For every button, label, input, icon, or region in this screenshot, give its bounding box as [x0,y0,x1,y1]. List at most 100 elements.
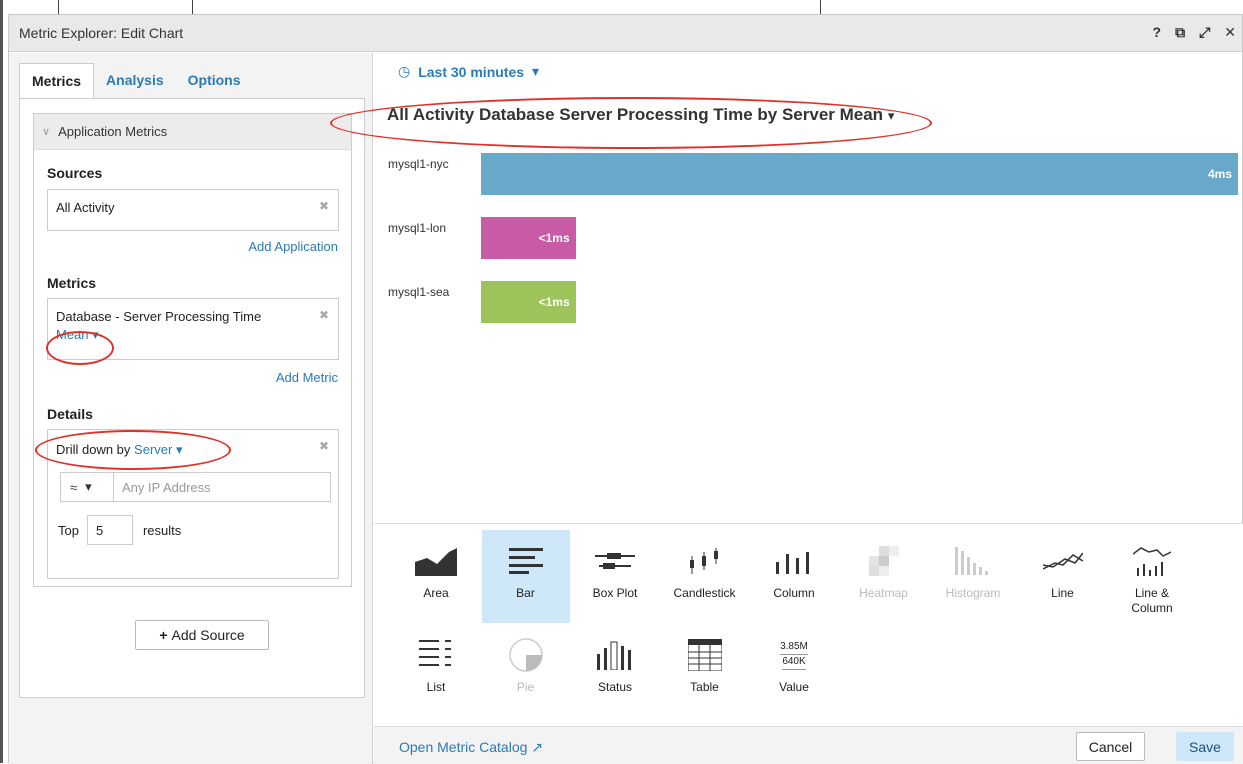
chart-type-option: Heatmap [840,530,928,623]
open-metric-catalog-link[interactable]: Open Metric Catalog ↗ [399,739,543,756]
cancel-button[interactable]: Cancel [1076,732,1145,761]
value-icon: 3.85M 640K [780,632,808,678]
external-link-icon: ↗ [531,739,544,755]
add-metric-link[interactable]: Add Metric [276,370,338,385]
chart-type-option[interactable]: Area [392,530,480,623]
time-range-selector[interactable]: ◷ Last 30 minutes ▾ [398,63,539,80]
candlestick-icon [688,538,722,584]
chart-type-option[interactable]: Line [1019,530,1107,623]
results-label: results [142,522,182,538]
caret-down-icon: ▾ [85,479,92,494]
column-chart-icon [776,538,812,584]
line-chart-icon [1042,538,1083,584]
value-sample-line: 3.85M [780,640,808,655]
chart-type-option[interactable]: Line & Column [1108,530,1196,623]
chart-type-option[interactable]: Status [571,624,659,717]
chart-type-label: Status [597,680,633,694]
bar-chart-icon [508,538,543,584]
box-plot-icon [595,538,635,584]
save-button[interactable]: Save [1176,732,1234,761]
time-range-label: Last 30 minutes [418,63,525,80]
clock-icon: ◷ [398,63,411,79]
annotation-edge-line [0,0,3,763]
source-entry[interactable]: All Activity ✖ [47,189,339,231]
chart-type-option[interactable]: List [392,624,480,717]
help-icon[interactable]: ? [1153,24,1162,41]
chart-type-option[interactable]: Candlestick [661,530,749,623]
top-label: Top [58,522,79,538]
chart-type-label: Table [690,680,719,694]
chart-type-label: Candlestick [673,586,736,600]
chart-type-option[interactable]: 3.85M 640K Value [750,624,838,717]
pie-chart-icon [508,632,543,678]
add-source-button[interactable]: + Add Source [135,620,269,650]
ip-operator-select[interactable]: ≈ ▾ [61,473,114,501]
window-controls: ? ⧉ ⤢ ✕ [1153,24,1237,41]
source-value: All Activity [56,200,115,215]
details-label: Details [47,406,93,422]
annotation-highlight-chart-title [330,97,932,149]
chart-type-label: Value [779,680,809,694]
section-header[interactable]: ∨ Application Metrics [34,114,351,150]
chart-type-label: Heatmap [859,586,908,600]
chart-type-label: Column [773,586,815,600]
footer-bar: Open Metric Catalog ↗ Cancel Save [374,726,1243,764]
chevron-down-icon[interactable]: ∨ [42,125,50,138]
add-application-link[interactable]: Add Application [248,239,338,254]
chart-type-label: Box Plot [592,586,638,600]
remove-metric-icon[interactable]: ✖ [319,308,329,322]
metrics-tab-body: ∨ Application Metrics Sources All Activi… [19,98,365,698]
chart-type-option[interactable]: Column [750,530,838,623]
top-count-input[interactable]: 5 [86,515,133,545]
bar-data-label: <1ms [538,231,570,245]
remove-drilldown-icon[interactable]: ✖ [319,439,329,453]
area-chart-icon [415,538,457,584]
line-column-icon [1133,538,1171,584]
caret-down-icon: ▾ [532,63,540,79]
annotation-highlight-mean [46,331,114,365]
heatmap-icon [868,538,899,584]
histogram-icon [955,538,991,584]
chart-type-label: List [426,680,446,694]
chart-type-option[interactable]: Table [661,624,749,717]
catalog-link-label: Open Metric Catalog [399,739,528,755]
bar-mark[interactable]: 4ms [481,153,1238,195]
chart-type-label: Histogram [945,586,1001,600]
sources-label: Sources [47,165,103,181]
bar-data-label: <1ms [538,295,570,309]
tab-metrics[interactable]: Metrics [19,63,95,98]
bar-category-label: mysql1-sea [388,285,450,299]
expand-icon[interactable]: ⤢ [1199,24,1210,41]
ip-operator-value: ≈ [70,479,78,495]
section-title: Application Metrics [58,124,168,139]
window-title: Metric Explorer: Edit Chart [19,25,184,41]
chart-type-option[interactable]: Box Plot [571,530,659,623]
chart-type-label: Line & Column [1131,586,1173,615]
chart-type-label: Pie [516,680,535,694]
list-icon [419,632,453,678]
tab-options[interactable]: Options [176,63,253,98]
chart-type-picker: Area Bar Box Plot Candlestick Column Heatmap H… [374,523,1243,726]
chart-preview-panel: ◷ Last 30 minutes ▾ All Activity Databas… [374,53,1243,764]
bar-category-label: mysql1-lon [388,221,447,235]
metric-value: Database - Server Processing Time [56,309,262,324]
window-titlebar: Metric Explorer: Edit Chart ? ⧉ ⤢ ✕ [9,15,1242,52]
bar-mark[interactable]: <1ms [481,281,576,323]
chart-type-option[interactable]: Bar [481,530,570,623]
chart-type-label: Bar [516,586,535,600]
remove-source-icon[interactable]: ✖ [319,199,329,213]
plus-icon: + [159,627,168,643]
table-icon [687,632,722,678]
chart-type-label: Area [423,586,449,600]
close-icon[interactable]: ✕ [1224,24,1236,41]
tab-analysis[interactable]: Analysis [94,63,176,98]
bar-category-label: mysql1-nyc [388,157,449,171]
bar-mark[interactable]: <1ms [481,217,576,259]
popout-icon[interactable]: ⧉ [1175,24,1185,41]
config-panel: Metrics Analysis Options ∨ Application M… [9,53,373,764]
annotation-highlight-drilldown [35,430,231,470]
add-source-label: Add Source [171,627,245,643]
status-icon [597,632,633,678]
ip-address-input[interactable]: Any IP Address [114,480,211,495]
chart-type-option: Histogram [929,530,1017,623]
